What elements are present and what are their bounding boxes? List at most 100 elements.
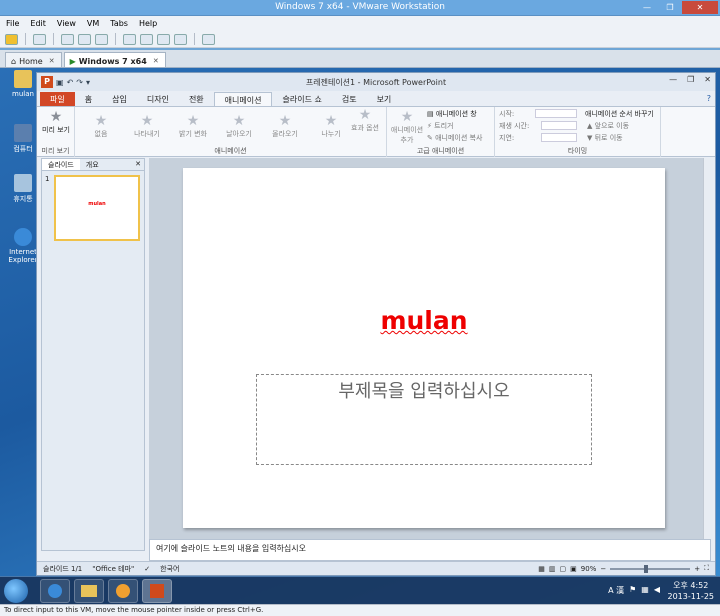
language[interactable]: 한국어 <box>160 564 179 574</box>
preview-button[interactable]: ★ 미리 보기 <box>40 109 72 135</box>
effect-none[interactable]: ★ 없음 <box>85 113 117 139</box>
desktop-icon-recycle-bin[interactable]: 휴지통 <box>6 174 40 204</box>
close-button[interactable]: ✕ <box>704 75 711 84</box>
effect-label: 날아오기 <box>226 130 252 138</box>
zoom-in-icon[interactable]: + <box>694 565 700 573</box>
effect-split[interactable]: ★ 나누기 <box>315 113 347 139</box>
reading-view-icon[interactable]: ▢ <box>560 565 567 573</box>
slide-title[interactable]: mulan <box>183 306 665 335</box>
menu-file[interactable]: File <box>6 19 19 28</box>
notes-pane[interactable]: 여기에 슬라이드 노트의 내용을 입력하십시오 <box>149 539 711 561</box>
close-icon[interactable]: ✕ <box>132 159 144 170</box>
clock[interactable]: 오후 4:52 2013-11-25 <box>668 580 715 602</box>
snapshot-icon[interactable] <box>61 33 74 45</box>
effect-label: 올라오기 <box>272 130 298 138</box>
menu-help[interactable]: Help <box>139 19 157 28</box>
close-icon[interactable]: ✕ <box>49 57 55 65</box>
thumbnail-icon[interactable] <box>140 33 153 45</box>
move-later-button[interactable]: ▼ 뒤로 이동 <box>587 133 623 143</box>
fit-to-window-icon[interactable]: ⛶ <box>704 564 709 573</box>
ime-indicator[interactable]: A 漢 <box>608 585 624 596</box>
effect-options-button[interactable]: ★ 효과 옵션 <box>349 107 381 133</box>
spellcheck-icon[interactable]: ✓ <box>144 565 150 573</box>
taskbar-ie-button[interactable] <box>40 579 70 603</box>
minimize-button[interactable]: — <box>669 75 677 84</box>
subtitle-placeholder[interactable]: 부제목을 입력하십시오 <box>256 374 592 465</box>
zoom-out-icon[interactable]: − <box>600 565 606 573</box>
taskbar-powerpoint-button[interactable] <box>142 579 172 603</box>
tab-transitions[interactable]: 전환 <box>179 92 214 106</box>
powerpoint-titlebar: P ▣ ↶ ↷ ▾ 프레젠테이션1 - Microsoft PowerPoint… <box>37 73 715 91</box>
add-animation-button[interactable]: ★ 애니메이션 추가 <box>389 109 425 145</box>
normal-view-icon[interactable]: ▦ <box>538 565 545 573</box>
desktop-icon-computer[interactable]: 컴퓨터 <box>6 124 40 154</box>
tab-file[interactable]: 파일 <box>40 92 75 106</box>
menu-edit[interactable]: Edit <box>30 19 46 28</box>
close-icon[interactable]: ✕ <box>153 57 159 65</box>
send-ctrl-alt-del-icon[interactable] <box>33 33 46 45</box>
unity-icon[interactable] <box>174 33 187 45</box>
tab-windows7-label: Windows 7 x64 <box>78 56 147 66</box>
desktop-icon-mulan[interactable]: mulan <box>6 70 40 98</box>
tab-design[interactable]: 디자인 <box>137 92 179 106</box>
animation-painter-button[interactable]: ✎ 애니메이션 복사 <box>427 133 482 143</box>
effect-appear[interactable]: ★ 나타내기 <box>131 113 163 139</box>
powerpoint-window: P ▣ ↶ ↷ ▾ 프레젠테이션1 - Microsoft PowerPoint… <box>36 72 716 576</box>
vertical-scrollbar[interactable] <box>703 158 713 551</box>
tab-insert[interactable]: 삽입 <box>102 92 137 106</box>
ribbon-group-preview: ★ 미리 보기 미리 보기 <box>37 107 75 157</box>
ribbon-group-label: 애니메이션 <box>214 147 247 155</box>
move-earlier-button[interactable]: ▲ 앞으로 이동 <box>587 121 629 131</box>
library-icon[interactable] <box>123 33 136 45</box>
start-button[interactable] <box>4 579 28 603</box>
tab-outline[interactable]: 개요 <box>80 159 105 170</box>
tab-review[interactable]: 검토 <box>332 92 367 106</box>
slide-thumbnail[interactable]: mulan <box>54 175 140 241</box>
slides-panel-tabs: 슬라이드 개요 ✕ <box>42 159 144 171</box>
effect-float-in[interactable]: ★ 올라오기 <box>269 113 301 139</box>
tab-home[interactable]: 홈 <box>75 92 102 106</box>
menu-vm[interactable]: VM <box>87 19 99 28</box>
restore-button[interactable]: ❐ <box>687 75 694 84</box>
slideshow-view-icon[interactable]: ▣ <box>570 565 577 573</box>
zoom-control: ▦ ▥ ▢ ▣ 90% − + ⛶ <box>538 564 715 573</box>
star-icon: ★ <box>324 113 338 129</box>
tab-slides[interactable]: 슬라이드 <box>42 159 80 170</box>
zoom-level[interactable]: 90% <box>581 565 597 573</box>
taskbar-media-player-button[interactable] <box>108 579 138 603</box>
snapshot-manager-icon[interactable] <box>95 33 108 45</box>
network-icon[interactable]: ▦ <box>641 585 649 596</box>
zoom-slider[interactable] <box>610 564 691 573</box>
menu-view[interactable]: View <box>57 19 76 28</box>
ribbon-group-advanced-animation: ★ 애니메이션 추가 ▤ 애니메이션 창 ⚡ 트리거 ✎ 애니메이션 복사 고급… <box>387 107 495 157</box>
revert-snapshot-icon[interactable] <box>78 33 91 45</box>
zoom-slider-thumb[interactable] <box>644 564 649 573</box>
delay-stepper[interactable] <box>541 133 577 142</box>
close-button[interactable]: ✕ <box>682 1 718 14</box>
volume-icon[interactable]: ◀ <box>654 585 660 596</box>
flag-icon[interactable]: ⚑ <box>629 585 636 596</box>
minimize-button[interactable]: — <box>636 1 658 14</box>
help-icon[interactable]: ? <box>707 94 711 103</box>
effect-fly-in[interactable]: ★ 날아오기 <box>223 113 255 139</box>
menu-tabs[interactable]: Tabs <box>110 19 128 28</box>
trigger-button[interactable]: ⚡ 트리거 <box>427 121 453 131</box>
start-dropdown[interactable] <box>535 109 577 118</box>
tab-view[interactable]: 보기 <box>367 92 402 106</box>
power-icon[interactable] <box>5 33 18 45</box>
slide-sorter-icon[interactable]: ▥ <box>549 565 556 573</box>
taskbar-explorer-button[interactable] <box>74 579 104 603</box>
desktop-icon-internet-explorer[interactable]: Internet Explorer <box>6 228 40 264</box>
maximize-button[interactable]: ❐ <box>659 1 681 14</box>
tab-windows7[interactable]: ▶ Windows 7 x64 ✕ <box>63 52 166 67</box>
slide[interactable]: mulan 부제목을 입력하십시오 <box>183 168 665 528</box>
trigger-label: 트리거 <box>434 122 454 130</box>
duration-stepper[interactable] <box>541 121 577 130</box>
console-view-icon[interactable] <box>202 33 215 45</box>
tab-home[interactable]: ⌂ Home ✕ <box>5 52 62 67</box>
tab-slide-show[interactable]: 슬라이드 쇼 <box>272 92 331 106</box>
tab-animations[interactable]: 애니메이션 <box>213 92 273 106</box>
effect-fade[interactable]: ★ 밝기 변화 <box>177 113 209 139</box>
animation-pane-button[interactable]: ▤ 애니메이션 창 <box>427 109 477 119</box>
full-screen-icon[interactable] <box>157 33 170 45</box>
